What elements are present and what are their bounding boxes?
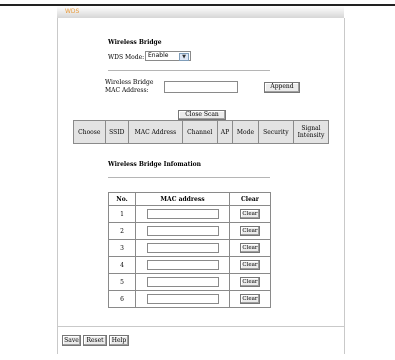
wireless-bridge-heading: Wireless Bridge: [108, 39, 162, 46]
bridge-mac-input[interactable]: [164, 81, 238, 93]
footer-divider: [57, 326, 344, 327]
col-channel: Channel: [181, 120, 218, 144]
help-button[interactable]: Help: [109, 335, 129, 346]
row-number: 6: [108, 290, 136, 308]
clear-button[interactable]: Clear: [240, 277, 260, 287]
row-number: 1: [108, 205, 136, 223]
mac-input[interactable]: [146, 209, 219, 219]
append-button[interactable]: Append: [264, 82, 300, 93]
scan-results-table: Choose SSID MAC Address Channel AP Mode …: [73, 120, 329, 144]
mac-input[interactable]: [146, 243, 219, 253]
clear-button[interactable]: Clear: [240, 260, 260, 270]
info-divider: [108, 177, 270, 178]
table-row: 3 Clear: [108, 239, 271, 257]
row-number: 4: [108, 256, 136, 274]
col-mac-address: MAC Address: [127, 120, 183, 144]
col-ssid: SSID: [104, 120, 129, 144]
clear-button[interactable]: Clear: [240, 294, 260, 304]
table-row: 1 Clear: [108, 205, 271, 223]
reset-button[interactable]: Reset: [83, 335, 107, 346]
close-scan-button[interactable]: Close Scan: [178, 110, 226, 120]
bridge-mac-label-line2: MAC Address:: [105, 87, 149, 94]
save-button[interactable]: Save: [62, 335, 81, 346]
wds-mode-label: WDS Mode:: [108, 54, 145, 61]
col-mac: MAC address: [135, 192, 230, 206]
clear-button[interactable]: Clear: [240, 226, 260, 236]
wds-mode-value: Enable: [148, 52, 169, 59]
info-header-row: No. MAC address Clear: [108, 192, 271, 206]
col-security: Security: [257, 120, 295, 144]
bridge-info-table: No. MAC address Clear 1 Clear 2 Clear 3 …: [108, 192, 271, 308]
row-number: 3: [108, 239, 136, 257]
page-title: WDS: [65, 8, 80, 15]
col-clear: Clear: [229, 192, 271, 206]
mac-input[interactable]: [146, 260, 219, 270]
wds-mode-select[interactable]: Enable ▼: [145, 51, 191, 61]
mac-input[interactable]: [146, 226, 219, 236]
col-choose: Choose: [73, 120, 106, 144]
mac-input[interactable]: [146, 294, 219, 304]
table-row: 2 Clear: [108, 222, 271, 240]
table-row: 6 Clear: [108, 290, 271, 308]
col-no: No.: [108, 192, 136, 206]
clear-button[interactable]: Clear: [240, 243, 260, 253]
bridge-mac-label-line1: Wireless Bridge: [105, 79, 154, 86]
scan-header-row: Choose SSID MAC Address Channel AP Mode …: [73, 120, 329, 144]
table-row: 5 Clear: [108, 273, 271, 291]
col-signal-intensity: Signal Intensity: [293, 120, 329, 144]
row-number: 5: [108, 273, 136, 291]
bridge-info-heading: Wireless Bridge Infomation: [108, 161, 202, 168]
col-mode: Mode: [232, 120, 259, 144]
table-row: 4 Clear: [108, 256, 271, 274]
chevron-down-icon: ▼: [179, 53, 189, 61]
mac-input[interactable]: [146, 277, 219, 287]
col-ap: AP: [216, 120, 234, 144]
row-number: 2: [108, 222, 136, 240]
clear-button[interactable]: Clear: [240, 209, 260, 219]
section-divider: [108, 70, 270, 71]
